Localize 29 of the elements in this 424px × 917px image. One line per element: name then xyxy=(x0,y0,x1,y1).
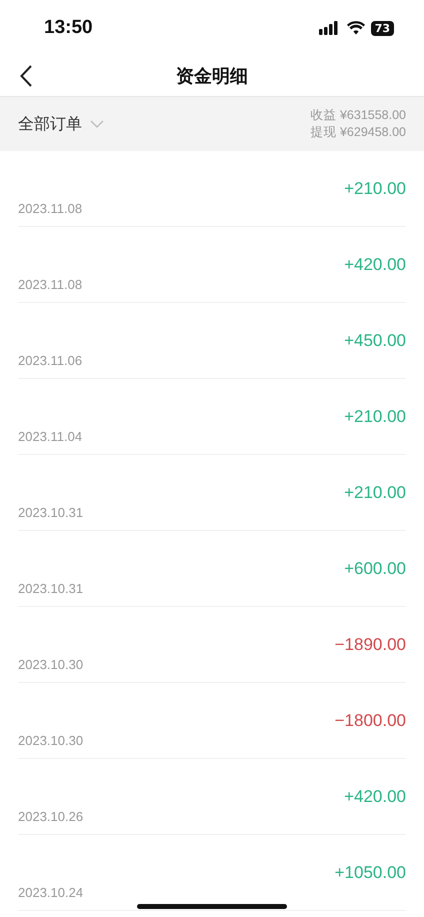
transaction-amount: +450.00 xyxy=(344,330,406,350)
transaction-amount: +210.00 xyxy=(344,482,406,502)
battery-level: 73 xyxy=(370,20,394,36)
transaction-amount: +210.00 xyxy=(344,178,406,198)
transaction-date: 2023.10.24 xyxy=(18,885,84,900)
transaction-date: 2023.10.26 xyxy=(18,809,84,824)
transaction-date: 2023.11.08 xyxy=(18,277,82,292)
page-title: 资金明细 xyxy=(176,65,248,88)
transaction-date: 2023.10.30 xyxy=(18,657,84,672)
transaction-amount: +600.00 xyxy=(344,558,406,578)
transaction-amount: −1890.00 xyxy=(334,634,406,654)
transaction-date: 2023.10.31 xyxy=(18,581,84,596)
transaction-amount: +420.00 xyxy=(344,786,406,806)
transaction-date: 2023.11.08 xyxy=(18,201,82,216)
status-time: 13:50 xyxy=(44,17,93,39)
order-filter-dropdown[interactable]: 全部订单 xyxy=(18,114,104,134)
wifi-icon xyxy=(346,21,365,35)
transaction-amount: +1050.00 xyxy=(334,862,406,882)
income-total: 收益 ¥631558.00 xyxy=(310,107,406,124)
transaction-date: 2023.11.06 xyxy=(18,353,82,368)
transaction-amount: +420.00 xyxy=(344,254,406,274)
transaction-date: 2023.10.31 xyxy=(18,505,84,520)
withdraw-total: 提现 ¥629458.00 xyxy=(310,124,406,141)
transaction-amount: +210.00 xyxy=(344,406,406,426)
chevron-down-icon xyxy=(90,120,104,128)
transaction-date: 2023.10.30 xyxy=(18,733,84,748)
transaction-amount: −1800.00 xyxy=(334,710,406,730)
transaction-date: 2023.11.04 xyxy=(18,429,82,444)
back-icon[interactable] xyxy=(20,65,32,87)
